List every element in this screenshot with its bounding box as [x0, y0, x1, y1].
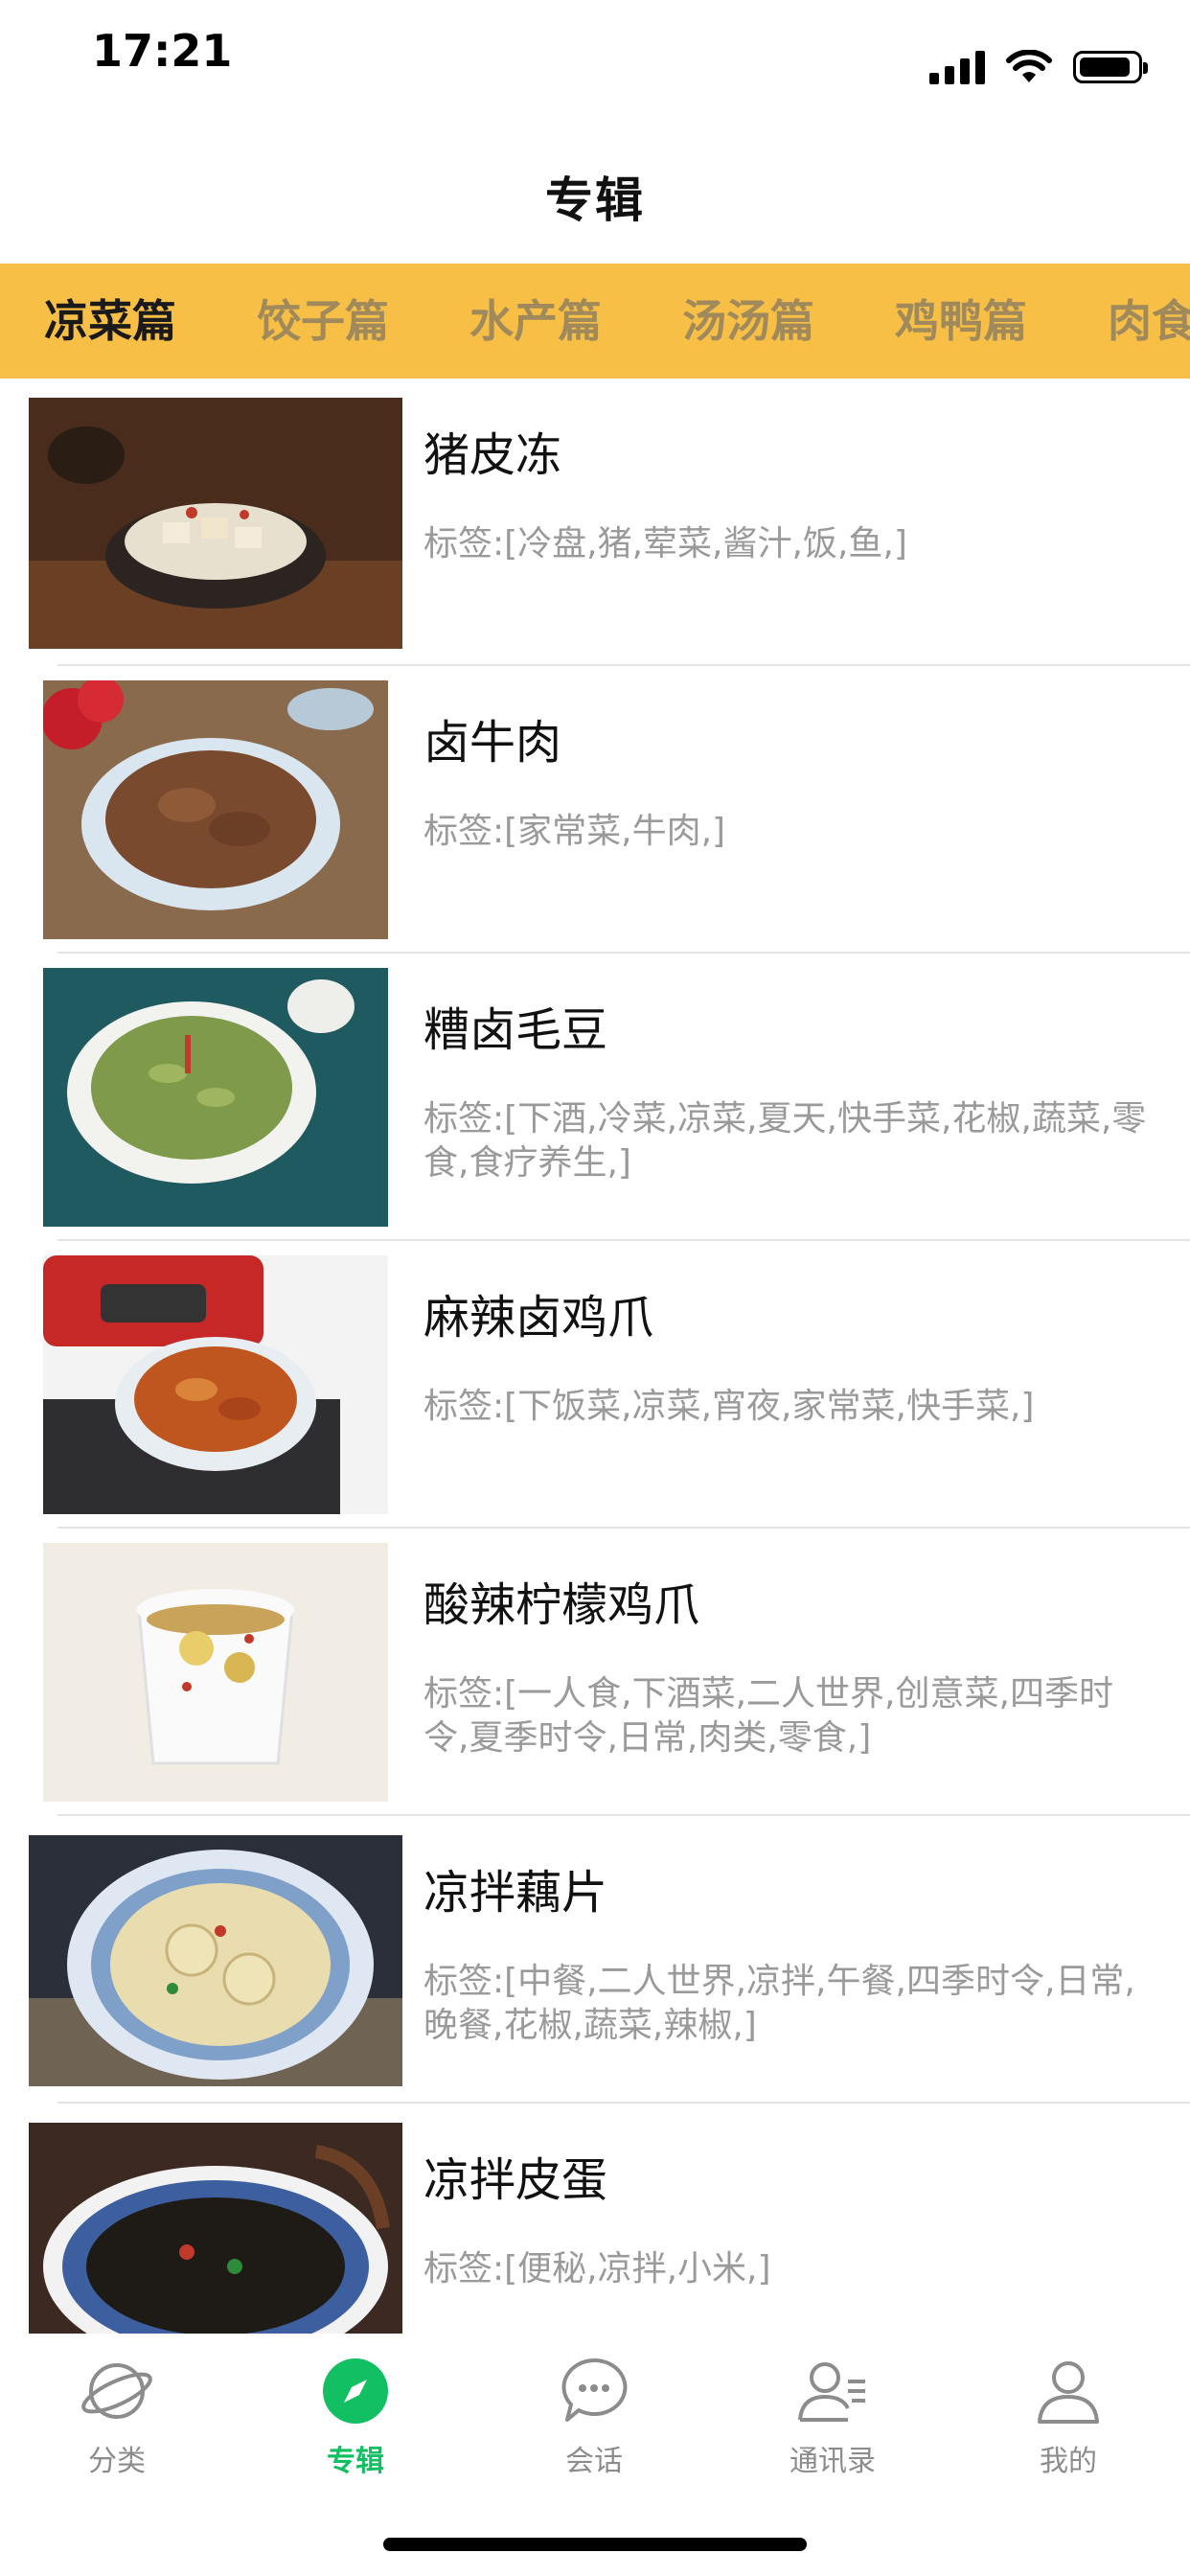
status-time: 17:21	[92, 25, 233, 77]
contacts-icon	[798, 2362, 865, 2422]
recipe-title: 卤牛肉	[423, 716, 562, 770]
recipe-thumbnail	[29, 398, 402, 649]
recipe-thumbnail	[43, 968, 388, 1227]
nav-bar: 专辑	[0, 129, 1190, 264]
tab-meat[interactable]: 肉食篇	[1108, 264, 1190, 379]
tab-seafood[interactable]: 水产篇	[469, 264, 602, 379]
bottom-tab-category[interactable]: 分类	[50, 2353, 184, 2479]
status-icons	[929, 50, 1148, 84]
planet-icon	[81, 2363, 152, 2419]
tab-dumplings[interactable]: 饺子篇	[257, 264, 389, 379]
recipe-item[interactable]: 麻辣卤鸡爪 标签:[下饭菜,凉菜,宵夜,家常菜,快手菜,]	[0, 1241, 1190, 1529]
bottom-tab-chat[interactable]: 会话	[527, 2353, 661, 2479]
bottom-tab-label: 会话	[565, 2445, 623, 2478]
status-bar: 17:21	[0, 0, 1190, 129]
chat-bubble-icon	[561, 2358, 628, 2422]
recipe-item[interactable]: 卤牛肉 标签:[家常菜,牛肉,]	[0, 666, 1190, 954]
recipe-tags: 标签:[下酒,冷菜,凉菜,夏天,快手菜,花椒,蔬菜,零食,食疗养生,]	[423, 1099, 1147, 1183]
recipe-thumbnail	[29, 2123, 402, 2334]
recipe-item[interactable]: 酸辣柠檬鸡爪 标签:[一人食,下酒菜,二人世界,创意菜,四季时令,夏季时令,日常…	[0, 1529, 1190, 1816]
bottom-tab-label: 专辑	[327, 2445, 384, 2478]
recipe-title: 猪皮冻	[423, 428, 562, 482]
recipe-tags: 标签:[便秘,凉拌,小米,]	[423, 2249, 771, 2288]
recipe-thumbnail	[43, 1543, 388, 1802]
recipe-item[interactable]: 猪皮冻 标签:[冷盘,猪,荤菜,酱汁,饭,鱼,]	[0, 379, 1190, 666]
bottom-tab-contacts[interactable]: 通讯录	[766, 2353, 900, 2479]
cellular-signal-icon	[929, 50, 985, 84]
recipe-tags: 标签:[中餐,二人世界,凉拌,午餐,四季时令,日常,晚餐,花椒,蔬菜,辣椒,]	[423, 1962, 1135, 2045]
recipe-list[interactable]: 猪皮冻 标签:[冷盘,猪,荤菜,酱汁,饭,鱼,] 卤牛肉 标签:[家常菜,牛肉,…	[0, 379, 1190, 2334]
tab-chicken-duck[interactable]: 鸡鸭篇	[895, 264, 1027, 379]
recipe-title: 酸辣柠檬鸡爪	[423, 1578, 700, 1632]
compass-icon	[323, 2358, 388, 2424]
bottom-tab-profile[interactable]: 我的	[1001, 2353, 1135, 2479]
recipe-item[interactable]: 糟卤毛豆 标签:[下酒,冷菜,凉菜,夏天,快手菜,花椒,蔬菜,零食,食疗养生,]	[0, 954, 1190, 1241]
recipe-title: 凉拌藕片	[423, 1866, 608, 1920]
recipe-tags: 标签:[下饭菜,凉菜,宵夜,家常菜,快手菜,]	[423, 1387, 1035, 1426]
bottom-tab-label: 我的	[1040, 2445, 1097, 2478]
recipe-thumbnail	[43, 680, 388, 939]
recipe-item[interactable]: 凉拌藕片 标签:[中餐,二人世界,凉拌,午餐,四季时令,日常,晚餐,花椒,蔬菜,…	[0, 1816, 1190, 2104]
recipe-title: 麻辣卤鸡爪	[423, 1291, 654, 1345]
recipe-thumbnail	[43, 1255, 388, 1514]
home-indicator[interactable]	[383, 2538, 807, 2551]
wifi-icon	[1006, 50, 1052, 82]
person-icon	[1038, 2361, 1099, 2424]
recipe-item[interactable]: 凉拌皮蛋 标签:[便秘,凉拌,小米,]	[0, 2104, 1190, 2334]
bottom-tab-album[interactable]: 专辑	[288, 2353, 423, 2479]
bottom-tab-label: 分类	[88, 2445, 146, 2478]
page-title: 专辑	[545, 172, 645, 228]
battery-icon	[1073, 51, 1148, 83]
bottom-tab-label: 通讯录	[790, 2445, 876, 2478]
recipe-title: 凉拌皮蛋	[423, 2153, 608, 2207]
tab-soups[interactable]: 汤汤篇	[682, 264, 814, 379]
recipe-thumbnail	[29, 1835, 402, 2086]
recipe-tags: 标签:[一人食,下酒菜,二人世界,创意菜,四季时令,夏季时令,日常,肉类,零食,…	[423, 1674, 1113, 1758]
app-screen: 17:21 专辑 凉菜篇 饺子篇 水产篇 汤汤篇 鸡鸭篇 肉食篇	[0, 0, 1190, 2576]
recipe-title: 糟卤毛豆	[423, 1003, 608, 1057]
tab-cold-dishes[interactable]: 凉菜篇	[44, 264, 176, 379]
category-tab-bar: 凉菜篇 饺子篇 水产篇 汤汤篇 鸡鸭篇 肉食篇	[0, 264, 1190, 379]
recipe-tags: 标签:[家常菜,牛肉,]	[423, 812, 726, 851]
recipe-tags: 标签:[冷盘,猪,荤菜,酱汁,饭,鱼,]	[423, 524, 907, 564]
